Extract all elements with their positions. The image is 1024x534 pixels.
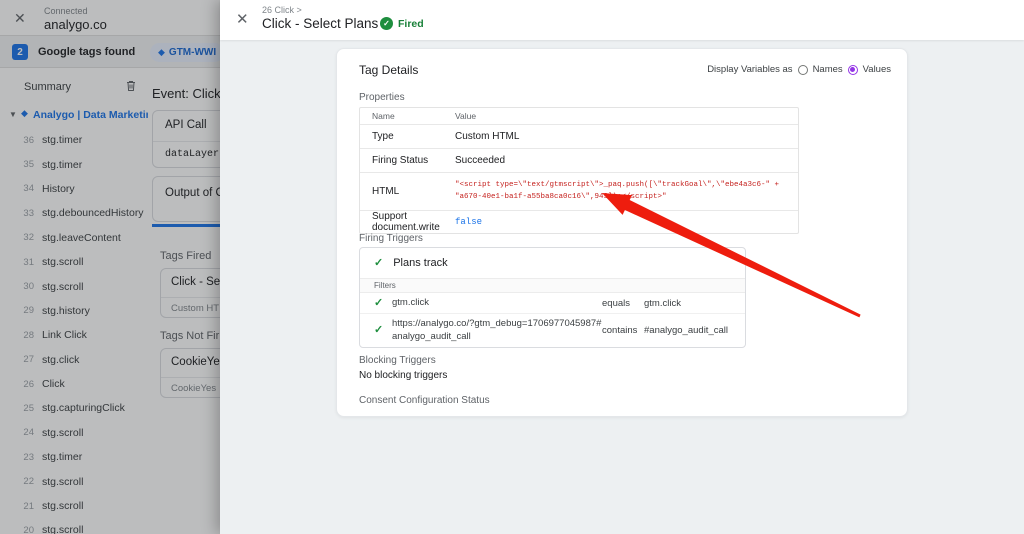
- filter-row: ✓ gtm.click equals gtm.click: [360, 293, 745, 314]
- display-variables-toggle: Display Variables as Names Values: [707, 64, 891, 75]
- filter-field: https://analygo.co/?gtm_debug=1706977045…: [392, 318, 602, 343]
- property-name: Support document.write: [360, 211, 455, 233]
- properties-label: Properties: [359, 92, 405, 103]
- check-icon: ✓: [360, 325, 392, 336]
- trigger-name: Plans track: [393, 257, 447, 269]
- tag-details-title: Tag Details: [359, 63, 418, 77]
- values-radio-label[interactable]: Values: [863, 64, 891, 75]
- consent-configuration-label: Consent Configuration Status: [359, 395, 490, 406]
- trigger-name-row[interactable]: ✓ Plans track: [360, 248, 745, 278]
- tag-detail-modal: ✕ 26 Click > Click - Select Plans ✓ Fire…: [220, 0, 1024, 534]
- check-icon: ✓: [360, 298, 392, 309]
- properties-table: Name Value Type Custom HTML Firing Statu…: [359, 107, 799, 234]
- html-code-line: "<script type=\"text/gtmscript\">_paq.pu…: [455, 180, 792, 191]
- property-value: Custom HTML: [455, 131, 798, 142]
- values-radio[interactable]: [848, 65, 858, 75]
- value-column-header: Value: [455, 111, 798, 121]
- filters-header: Filters: [360, 278, 745, 293]
- filter-operator: contains: [602, 325, 644, 336]
- property-name: Type: [360, 131, 455, 142]
- table-row: Firing Status Succeeded: [360, 149, 798, 173]
- firing-triggers-label: Firing Triggers: [359, 233, 423, 244]
- filter-operator: equals: [602, 298, 644, 309]
- check-circle-icon: ✓: [380, 17, 393, 30]
- close-modal-icon[interactable]: ✕: [236, 12, 249, 27]
- property-value: Succeeded: [455, 155, 798, 166]
- table-row: Type Custom HTML: [360, 125, 798, 149]
- status-badge-label: Fired: [398, 18, 424, 30]
- modal-title: Click - Select Plans: [262, 16, 378, 31]
- display-variables-label: Display Variables as: [707, 64, 792, 75]
- filter-row: ✓ https://analygo.co/?gtm_debug=17069770…: [360, 314, 745, 347]
- names-radio[interactable]: [798, 65, 808, 75]
- breadcrumb[interactable]: 26 Click >: [262, 5, 302, 15]
- status-badge: ✓ Fired: [380, 17, 424, 30]
- table-row: HTML "<script type=\"text/gtmscript\">_p…: [360, 173, 798, 211]
- name-column-header: Name: [360, 111, 455, 121]
- properties-header-row: Name Value: [360, 108, 798, 125]
- property-name: HTML: [360, 186, 455, 197]
- table-row: Support document.write false: [360, 211, 798, 233]
- tag-details-card: Tag Details Display Variables as Names V…: [336, 48, 908, 417]
- filter-value: #analygo_audit_call: [644, 325, 745, 336]
- firing-trigger-card: ✓ Plans track Filters ✓ gtm.click equals…: [359, 247, 746, 348]
- filter-value: gtm.click: [644, 298, 745, 309]
- modal-scrim[interactable]: [0, 0, 220, 534]
- filter-field: gtm.click: [392, 297, 602, 309]
- html-code-line: "a670-40e1-ba1f-a55ba8ca0c16\",949]);</s…: [455, 192, 792, 203]
- property-name: Firing Status: [360, 155, 455, 166]
- modal-header: ✕ 26 Click > Click - Select Plans ✓ Fire…: [220, 0, 1024, 40]
- property-value-html-code: "<script type=\"text/gtmscript\">_paq.pu…: [455, 180, 798, 203]
- names-radio-label[interactable]: Names: [813, 64, 843, 75]
- property-value: false: [455, 217, 798, 227]
- no-blocking-triggers-text: No blocking triggers: [359, 370, 447, 381]
- blocking-triggers-label: Blocking Triggers: [359, 355, 436, 366]
- check-icon: ✓: [374, 258, 383, 269]
